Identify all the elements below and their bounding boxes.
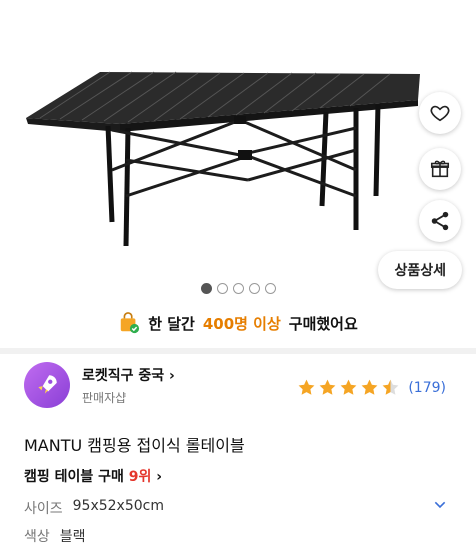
seller-name[interactable]: 로켓직구 중국 [82, 368, 164, 384]
option-size[interactable]: 사이즈 95x52x50cm [24, 498, 164, 518]
gift-button[interactable] [419, 148, 461, 190]
carousel-dot[interactable] [216, 283, 228, 294]
promo-suffix: 구매했어요 [288, 314, 358, 333]
option-color[interactable]: 색상 블랙 [24, 526, 86, 546]
promo-prefix: 한 달간 [148, 314, 195, 333]
half-star-icon [382, 379, 399, 395]
star-icon [361, 379, 378, 395]
share-button[interactable] [419, 200, 461, 242]
gift-icon [430, 160, 450, 178]
product-title: MANTU 캠핑용 접이식 롤테이블 [24, 436, 245, 455]
seller-logo [24, 362, 70, 408]
carousel-dot[interactable] [232, 283, 244, 294]
purchase-count-banner: 한 달간 400명 이상 구매했어요 [0, 312, 476, 334]
seller-subtitle: 판매자샵 [82, 390, 127, 405]
carousel-dot[interactable] [264, 283, 276, 294]
section-divider [0, 348, 476, 354]
product-image [26, 71, 420, 247]
review-count[interactable]: (179) [408, 380, 446, 396]
category-rank-link[interactable]: 캠핑 테이블 구매 9위 › [24, 466, 162, 486]
rank-prefix: 캠핑 테이블 구매 [24, 469, 124, 485]
star-icon [340, 379, 357, 395]
share-icon [431, 211, 449, 231]
rank-number: 9위 [128, 469, 152, 485]
carousel-indicator [0, 283, 476, 294]
rocket-icon [38, 375, 57, 394]
option-value: 블랙 [59, 529, 86, 545]
wishlist-button[interactable] [419, 92, 461, 134]
carousel-dot[interactable] [200, 283, 212, 294]
star-icon [319, 379, 336, 395]
carousel-dot[interactable] [248, 283, 260, 294]
product-image-carousel[interactable]: 상품상세 [0, 0, 476, 305]
chevron-right-icon: › [156, 469, 163, 485]
option-value: 95x52x50cm [72, 498, 164, 514]
shopping-bag-check-icon [120, 312, 140, 334]
seller-info[interactable]: 로켓직구 중국 › 판매자샵 [24, 362, 175, 408]
promo-highlight: 400명 이상 [202, 314, 281, 333]
heart-icon [430, 105, 450, 122]
star-icon [298, 379, 315, 395]
chevron-right-icon: › [164, 367, 175, 384]
option-label: 색상 [24, 529, 50, 545]
option-label: 사이즈 [24, 501, 63, 517]
rating[interactable]: (179) [297, 378, 446, 397]
chevron-down-icon[interactable] [432, 497, 448, 513]
